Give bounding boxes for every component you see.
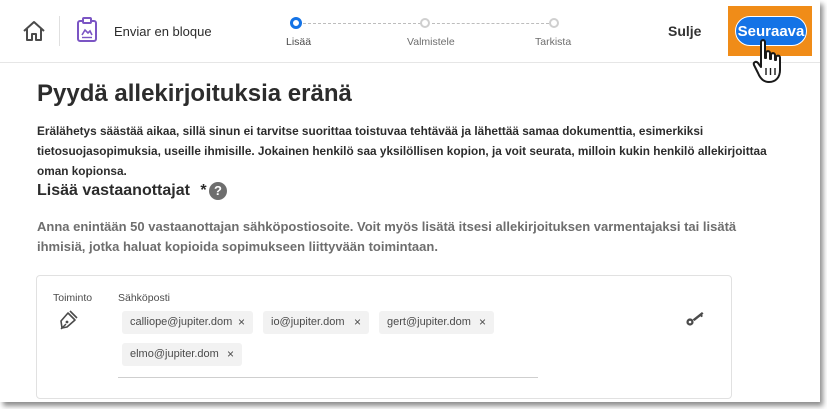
step-label-add: Lisää bbox=[286, 36, 312, 48]
email-chip[interactable]: calliope@jupiter.dom × bbox=[122, 311, 253, 334]
role-column-header: Toiminto bbox=[53, 292, 93, 304]
step-label-review: Tarkista bbox=[535, 36, 572, 48]
workflow-title: Enviar en bloque bbox=[114, 24, 212, 39]
remove-email-icon[interactable]: × bbox=[238, 311, 245, 334]
home-icon[interactable] bbox=[22, 20, 46, 42]
top-bar: Enviar en bloque Lisää Valmistele Tarkis… bbox=[0, 0, 820, 63]
recipients-heading: Lisää vastaanottajat * bbox=[37, 182, 207, 200]
remove-email-icon[interactable]: × bbox=[227, 343, 234, 366]
header-divider bbox=[59, 16, 60, 46]
help-icon[interactable]: ? bbox=[209, 182, 227, 200]
step-dot-add bbox=[290, 17, 302, 29]
email-chip-text: gert@jupiter.dom bbox=[387, 316, 471, 328]
remove-email-icon[interactable]: × bbox=[354, 311, 361, 334]
email-input-underline bbox=[118, 377, 538, 378]
page-title: Pyydä allekirjoituksia eränä bbox=[37, 80, 352, 107]
recipients-description: Anna enintään 50 vastaanottajan sähköpos… bbox=[37, 219, 737, 254]
hand-cursor-icon bbox=[752, 39, 781, 83]
intro-text: Erälähetys säästää aikaa, sillä sinun ei… bbox=[37, 124, 767, 178]
app-window: Enviar en bloque Lisää Valmistele Tarkis… bbox=[0, 0, 820, 402]
email-column-header: Sähköposti bbox=[118, 292, 170, 304]
email-chip-text: elmo@jupiter.dom bbox=[130, 348, 219, 360]
progress-stepper: Lisää Valmistele Tarkista bbox=[280, 14, 600, 54]
email-chip[interactable]: elmo@jupiter.dom × bbox=[122, 343, 242, 366]
signer-pen-icon[interactable] bbox=[58, 309, 80, 331]
step-label-prepare: Valmistele bbox=[407, 36, 455, 48]
recipients-heading-text: Lisää vastaanottajat bbox=[37, 182, 190, 199]
email-chip[interactable]: io@jupiter.dom × bbox=[263, 311, 369, 334]
step-dot-review bbox=[549, 18, 559, 28]
remove-email-icon[interactable]: × bbox=[479, 311, 486, 334]
close-button[interactable]: Sulje bbox=[668, 23, 701, 39]
key-icon[interactable] bbox=[685, 310, 705, 328]
required-marker: * bbox=[200, 182, 207, 199]
email-chip[interactable]: gert@jupiter.dom × bbox=[379, 311, 494, 334]
step-dot-prepare bbox=[420, 18, 430, 28]
step-connector bbox=[303, 23, 421, 24]
email-chip-text: io@jupiter.dom bbox=[271, 316, 345, 328]
email-chip-text: calliope@jupiter.dom bbox=[130, 316, 233, 328]
step-connector bbox=[432, 23, 549, 24]
document-icon bbox=[77, 17, 97, 42]
